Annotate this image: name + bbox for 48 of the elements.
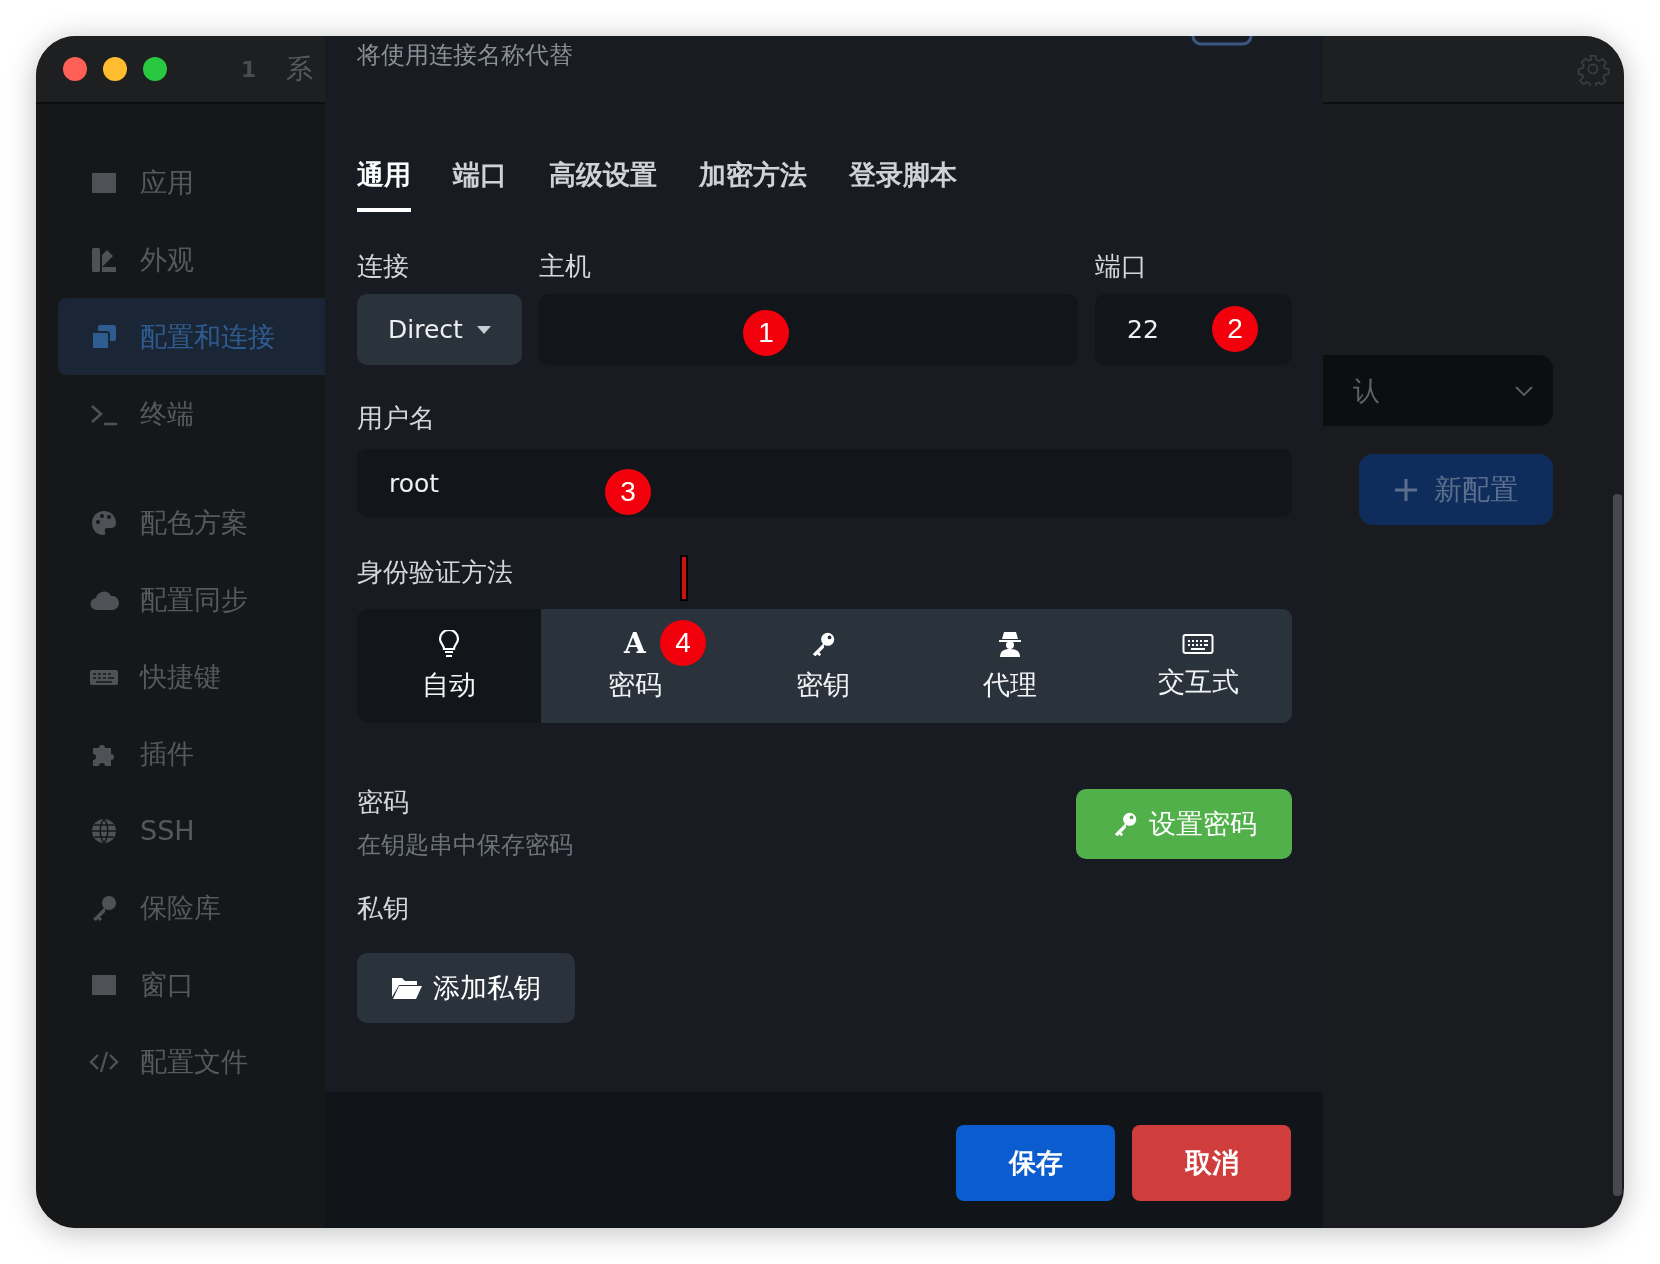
- save-button[interactable]: 保存: [956, 1125, 1115, 1201]
- cancel-button[interactable]: 取消: [1132, 1125, 1291, 1201]
- field-label: 密码: [357, 786, 410, 819]
- lightbulb-icon: [438, 630, 460, 658]
- tab[interactable]: 通用: [357, 157, 411, 212]
- tab[interactable]: 登录脚本: [849, 157, 957, 212]
- sidebar-item[interactable]: 终端: [58, 375, 325, 452]
- tab[interactable]: 加密方法: [699, 157, 807, 212]
- sidebar-item[interactable]: 配色方案: [58, 484, 325, 561]
- host-field[interactable]: [539, 294, 1078, 365]
- auth-option[interactable]: 自动: [357, 609, 541, 723]
- sidebar-item[interactable]: 外观: [58, 221, 325, 298]
- close-button[interactable]: [63, 57, 87, 81]
- field-label: 身份验证方法: [357, 556, 513, 589]
- field-label: 用户名: [357, 402, 435, 435]
- rounded-outline: [1191, 36, 1253, 46]
- field-label: 端口: [1095, 250, 1148, 283]
- sidebar-item[interactable]: 保险库: [58, 869, 325, 946]
- field-label: 私钥: [357, 892, 409, 925]
- minimize-button[interactable]: [103, 57, 127, 81]
- chevron-icon: [1515, 384, 1533, 397]
- scrollbar[interactable]: [1613, 494, 1622, 1196]
- hint-text: 将使用连接名称代替: [357, 40, 573, 71]
- connection-dropdown[interactable]: Direct: [357, 294, 522, 365]
- zoom-button[interactable]: [143, 57, 167, 81]
- field-label: 连接: [357, 250, 410, 283]
- profile-select[interactable]: 认: [1323, 355, 1553, 426]
- person-icon: [998, 630, 1023, 658]
- sidebar-item[interactable]: 配置同步: [58, 561, 325, 638]
- sidebar-item[interactable]: 插件: [58, 715, 325, 792]
- sidebar-item[interactable]: 应用: [58, 144, 325, 221]
- caret-icon: [476, 325, 491, 334]
- plus-icon: [1394, 477, 1418, 502]
- tab[interactable]: 端口: [453, 157, 507, 212]
- folder-icon: [391, 975, 423, 1001]
- font-icon: A: [624, 630, 646, 658]
- sidebar-item[interactable]: SSH: [58, 792, 325, 869]
- add-key-button[interactable]: 添加私钥: [357, 953, 575, 1023]
- field-label: 主机: [539, 250, 592, 283]
- new-profile-button[interactable]: 新配置: [1359, 454, 1553, 525]
- hint-text: 在钥匙串中保存密码: [357, 830, 573, 861]
- sidebar-item[interactable]: 窗口: [58, 946, 325, 1023]
- cursor-marker: [680, 555, 688, 601]
- sidebar-item[interactable]: 配置文件: [58, 1023, 325, 1100]
- set-password-button[interactable]: 设置密码: [1076, 789, 1292, 859]
- tab[interactable]: 高级设置: [549, 157, 657, 212]
- sidebar-item[interactable]: 快捷键: [58, 638, 325, 715]
- keyboard-icon: [1182, 633, 1215, 655]
